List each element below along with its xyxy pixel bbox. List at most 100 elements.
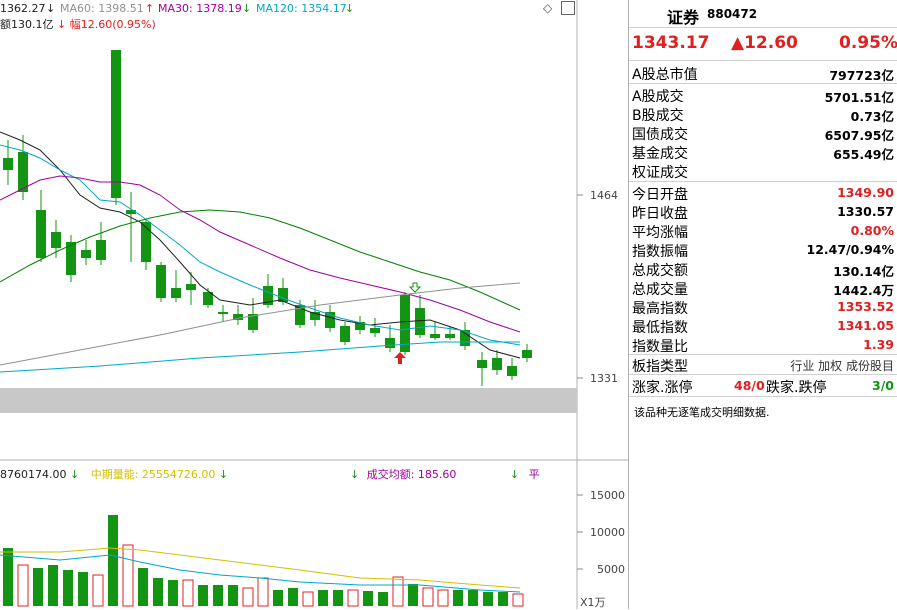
stock-name: 证券 [667,8,700,27]
volume-bar-down [108,515,118,606]
index-type-label: 板指类型 [632,359,688,375]
stat-row: 最低指数 1341.05 [629,316,897,336]
candle-down [156,265,166,298]
candle-down [430,334,440,338]
up-count-value: 48/0 [734,378,765,393]
candle-down [96,240,106,260]
candle-down [340,326,350,342]
chart-area[interactable]: 1362.27 ↓ MA60: 1398.51 ↑ MA30: 1378.19 … [0,0,630,609]
ma60-line [0,209,521,311]
price-change: ▲12.60 [731,33,798,53]
stat-row: 昨日收盘 1330.57 [629,202,897,222]
volume-bar-down [198,585,208,606]
volume-bar-up [512,593,524,607]
candle-down [415,308,425,335]
volume-bar-up [302,591,314,607]
candle-down [492,358,502,370]
stat-label: 指数振幅 [632,244,688,260]
price-band [0,388,577,413]
quote-panel: 证券 880472 1343.17 ▲12.60 0.95% A股总市值 797… [628,0,897,609]
volume-tick-15000: 15000 [590,489,625,502]
volume-bar-down [228,585,238,606]
turnover-label: B股成交 [632,108,684,124]
stat-value: 1.39 [863,337,894,352]
up-count-label: 涨家.涨停 [632,380,693,396]
down-arrow-icon: ↓ [69,468,80,481]
volume-tick-10000: 10000 [590,526,625,539]
stat-value: 1349.90 [837,185,894,200]
candle-down [218,312,228,314]
down-count-value: 3/0 [872,378,894,393]
volume-bar-down [318,590,328,606]
price-tick-1464: 1464 [590,189,618,202]
volume-bar-down [468,590,478,606]
market-cap-row: A股总市值 797723亿 [629,63,897,83]
candle-down [186,284,196,290]
stat-label: 昨日收盘 [632,206,688,222]
stat-row: 今日开盘 1349.90 [629,183,897,203]
turnover-label: A股成交 [632,89,684,105]
candle-down [385,338,395,348]
market-cap-value: 797723亿 [829,68,894,83]
stat-value: 12.47/0.94% [806,242,894,257]
stat-label: 最低指数 [632,320,688,336]
turnover-label: 权证成交 [632,165,688,181]
stat-row: 最高指数 1353.52 [629,297,897,317]
volume-tick-5000: 5000 [597,563,625,576]
volume-bar-down [408,584,418,606]
candle-down [51,232,61,248]
candle-down [171,288,181,298]
volume-bar-down [333,590,343,606]
sell-arrow-icon [408,282,422,293]
candle-down [400,295,410,352]
volume-bar-down [213,585,223,606]
candle-down [477,360,487,368]
volume-bar-up [242,587,254,607]
price-change-pct: 0.95% [839,33,897,53]
candle-down [111,50,121,198]
volume-bar-down [138,568,148,606]
ma250-line [0,341,520,373]
down-arrow-icon: ↓ [350,468,360,481]
mid-volume-value: 中期量能: 25554726.00 [90,468,216,481]
candle-down [81,250,91,258]
index-type-row: 板指类型 行业 加权 成份股目 [629,355,897,375]
stat-row: 总成交量 1442.4万 [629,278,897,298]
candle-down [507,366,517,376]
volume-bar-up [422,587,434,607]
candle-down [370,328,380,333]
buy-arrow-icon [394,352,406,364]
volume-bar-down [288,588,298,606]
stat-value: 1330.57 [837,204,894,219]
updown-row: 涨家.涨停 48/0 跌家.跌停 3/0 [629,376,897,396]
turnover-row: 基金成交 655.49亿 [629,142,897,162]
volume-bar-down [483,592,493,606]
stat-value: 1341.05 [837,318,894,333]
volume-bar-down [63,570,73,606]
volume-bar-down [33,568,43,606]
volume-value: 8760174.00 [0,468,67,481]
volume-bar-up [257,577,269,607]
stat-row: 平均涨幅 0.80% [629,221,897,241]
volume-bar-up [122,544,134,607]
volume-bar-down [363,591,373,606]
stat-row: 指数振幅 12.47/0.94% [629,240,897,260]
volume-bar-down [273,590,283,606]
candle-down [522,350,532,358]
ping-label: 平 [528,468,540,481]
volume-bar-up [17,564,29,607]
volume-bar-down [3,548,13,606]
stat-label: 今日开盘 [632,187,688,203]
stat-label: 指数量比 [632,339,688,355]
down-arrow-icon: ↓ [218,468,229,481]
stat-label: 总成交量 [632,282,688,298]
stock-code: 880472 [707,7,758,21]
turnover-row: B股成交 0.73亿 [629,104,897,124]
volume-bar-down [78,572,88,606]
ma5-line [0,131,521,359]
candle-down [445,334,455,338]
turnover-label: 基金成交 [632,146,688,162]
stat-row: 指数量比 1.39 [629,335,897,355]
last-price: 1343.17 [632,33,710,53]
candle-down [3,158,13,170]
